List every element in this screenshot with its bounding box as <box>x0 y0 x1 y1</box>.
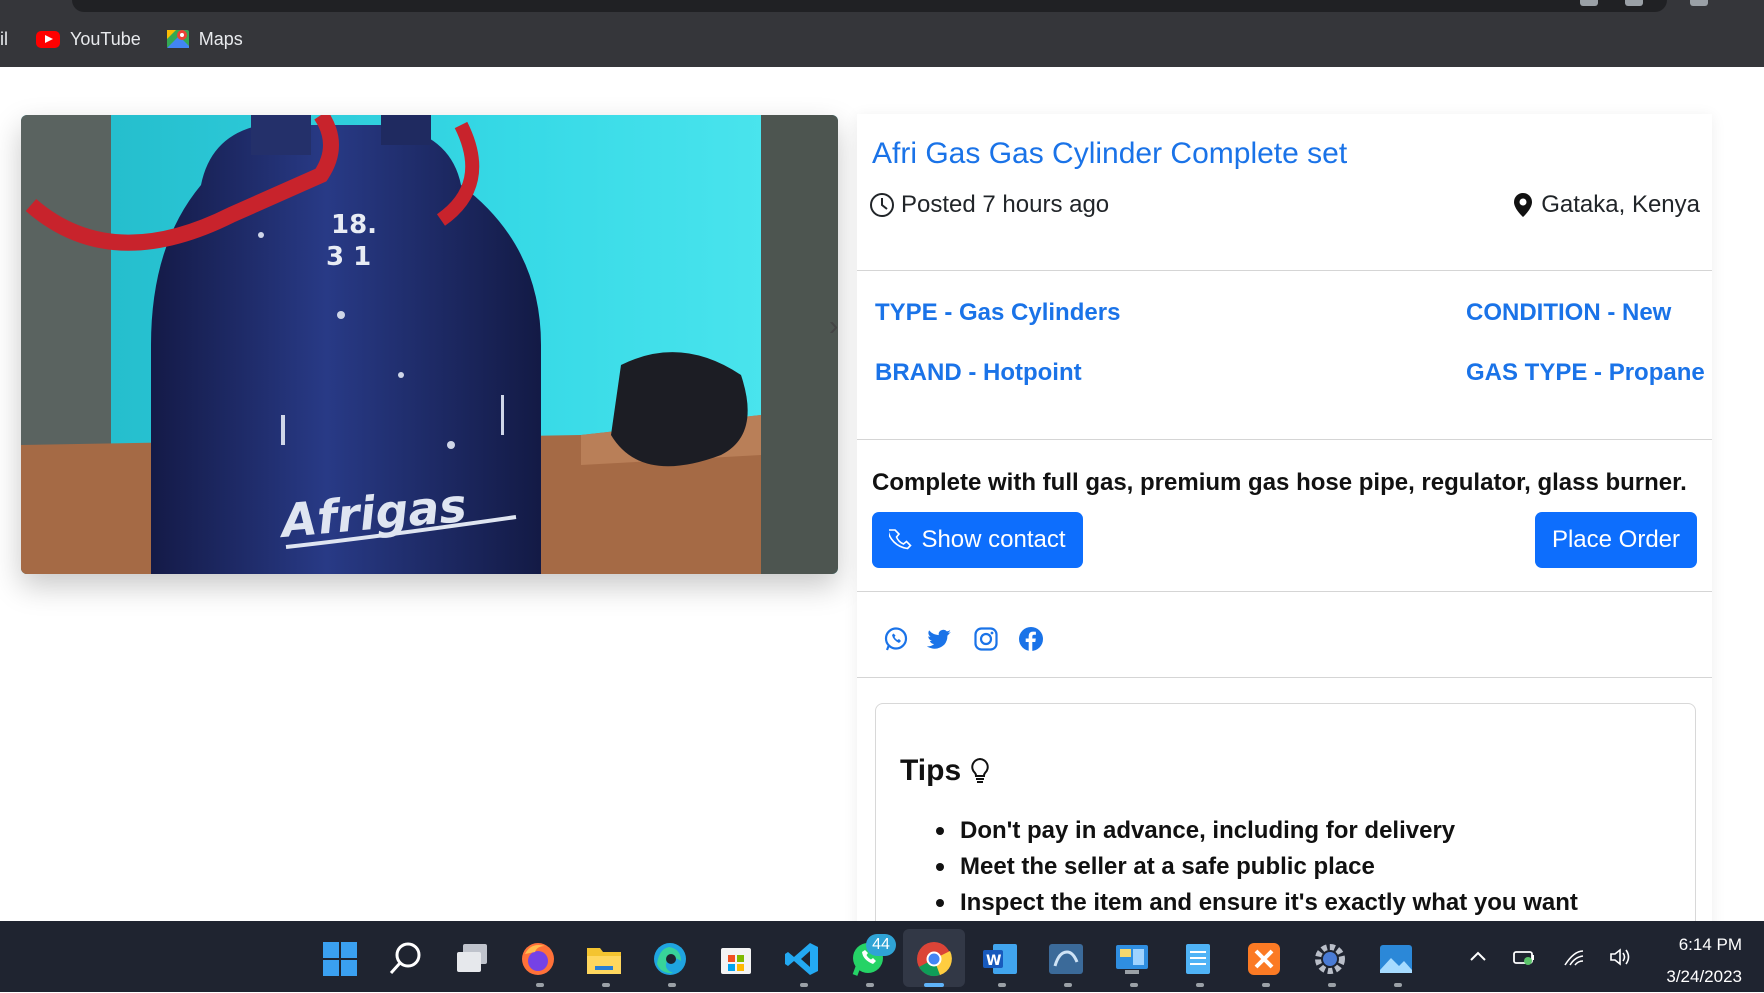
instagram-icon[interactable] <box>973 626 999 652</box>
extension-icon[interactable] <box>1580 0 1598 6</box>
divider <box>857 270 1712 271</box>
tips-title: Tips <box>900 754 962 787</box>
listing-location: Gataka, Kenya <box>1513 191 1700 219</box>
active-indicator <box>924 983 944 987</box>
file-explorer-icon[interactable] <box>585 940 623 978</box>
running-indicator <box>1196 983 1204 987</box>
running-indicator <box>1394 983 1402 987</box>
carousel-next-icon[interactable]: › <box>829 310 838 342</box>
attribute-condition: CONDITION - New <box>1466 299 1672 326</box>
address-bar[interactable] <box>72 0 1667 12</box>
place-order-button[interactable]: Place Order <box>1535 512 1697 568</box>
running-indicator <box>1328 983 1336 987</box>
bookmark-star-icon[interactable] <box>1625 0 1643 6</box>
youtube-icon <box>36 30 60 48</box>
location-text: Gataka, Kenya <box>1541 191 1700 218</box>
running-indicator <box>602 983 610 987</box>
bookmark-gmail[interactable]: il <box>0 29 8 50</box>
divider <box>857 677 1712 678</box>
tab-search-icon[interactable] <box>1690 0 1708 6</box>
control-panel-icon[interactable] <box>1113 940 1151 978</box>
microsoft-store-icon[interactable] <box>717 940 755 978</box>
listing-title: Afri Gas Gas Cylinder Complete set <box>872 137 1348 170</box>
running-indicator <box>1064 983 1072 987</box>
clock-date: 3/24/2023 <box>1666 967 1742 986</box>
svg-text:18.: 18. <box>331 210 377 240</box>
running-indicator <box>1130 983 1138 987</box>
edge-icon[interactable] <box>651 940 689 978</box>
battery-icon[interactable] <box>1512 945 1536 969</box>
wifi-icon[interactable] <box>1562 945 1586 969</box>
settings-gear-icon[interactable] <box>1311 940 1349 978</box>
word-icon[interactable]: W <box>981 940 1019 978</box>
bookmark-label: il <box>0 28 8 49</box>
tips-heading: Tips <box>900 754 991 788</box>
tip-item: Inspect the item and ensure it's exactly… <box>936 885 1578 921</box>
posted-text: Posted 7 hours ago <box>901 191 1110 218</box>
running-indicator <box>536 983 544 987</box>
volume-icon[interactable] <box>1608 945 1632 969</box>
running-indicator <box>1262 983 1270 987</box>
svg-text:3 1: 3 1 <box>326 242 371 272</box>
bookmark-label: YouTube <box>70 28 141 49</box>
place-order-label: Place Order <box>1551 526 1681 553</box>
show-contact-label: Show contact <box>921 526 1066 553</box>
running-indicator <box>866 983 874 987</box>
notepad-icon[interactable] <box>1179 940 1217 978</box>
running-indicator <box>668 983 676 987</box>
clock-icon <box>870 193 894 217</box>
phone-icon <box>889 529 913 550</box>
listing-description: Complete with full gas, premium gas hose… <box>872 469 1687 496</box>
divider <box>857 591 1712 592</box>
whatsapp-badge: 44 <box>866 934 896 956</box>
running-indicator <box>998 983 1006 987</box>
windows-start-icon[interactable] <box>321 940 359 978</box>
tip-item: Don't pay in advance, including for deli… <box>936 813 1578 849</box>
running-indicator <box>800 983 808 987</box>
tip-item: Meet the seller at a safe public place <box>936 849 1578 885</box>
product-photo[interactable]: 18. 3 1 Afrigas <box>21 115 838 574</box>
firefox-icon[interactable] <box>519 940 557 978</box>
xampp-icon[interactable] <box>1245 940 1283 978</box>
chevron-up-icon[interactable] <box>1466 945 1490 969</box>
lightbulb-icon <box>971 757 989 783</box>
chrome-icon[interactable] <box>915 940 953 978</box>
divider <box>857 439 1712 440</box>
attribute-type: TYPE - Gas Cylinders <box>875 299 1121 326</box>
attribute-brand: BRAND - Hotpoint <box>875 359 1082 386</box>
bookmark-maps[interactable]: Maps <box>166 28 243 50</box>
posted-time: Posted 7 hours ago <box>869 191 1109 219</box>
task-view-icon[interactable] <box>453 940 491 978</box>
photos-icon[interactable] <box>1377 940 1415 978</box>
map-pin-icon <box>1514 193 1533 217</box>
system-clock[interactable]: 6:14 PM 3/24/2023 <box>1666 929 1742 993</box>
facebook-icon[interactable] <box>1018 626 1044 652</box>
bookmark-label: Maps <box>198 28 243 49</box>
clock-time: 6:14 PM <box>1678 935 1742 954</box>
mysql-workbench-icon[interactable] <box>1047 940 1085 978</box>
bookmark-youtube[interactable]: YouTube <box>36 29 141 50</box>
bookmarks-bar: il YouTube Maps <box>0 22 269 56</box>
svg-text:W: W <box>986 953 1001 969</box>
show-contact-button[interactable]: Show contact <box>872 512 1083 568</box>
tips-list: Don't pay in advance, including for deli… <box>936 813 1578 921</box>
google-maps-icon <box>166 28 189 50</box>
twitter-icon[interactable] <box>927 626 953 652</box>
whatsapp-icon[interactable] <box>883 626 909 652</box>
vscode-icon[interactable] <box>783 940 821 978</box>
search-icon[interactable] <box>387 940 425 978</box>
attribute-gas-type: GAS TYPE - Propane <box>1466 359 1705 386</box>
